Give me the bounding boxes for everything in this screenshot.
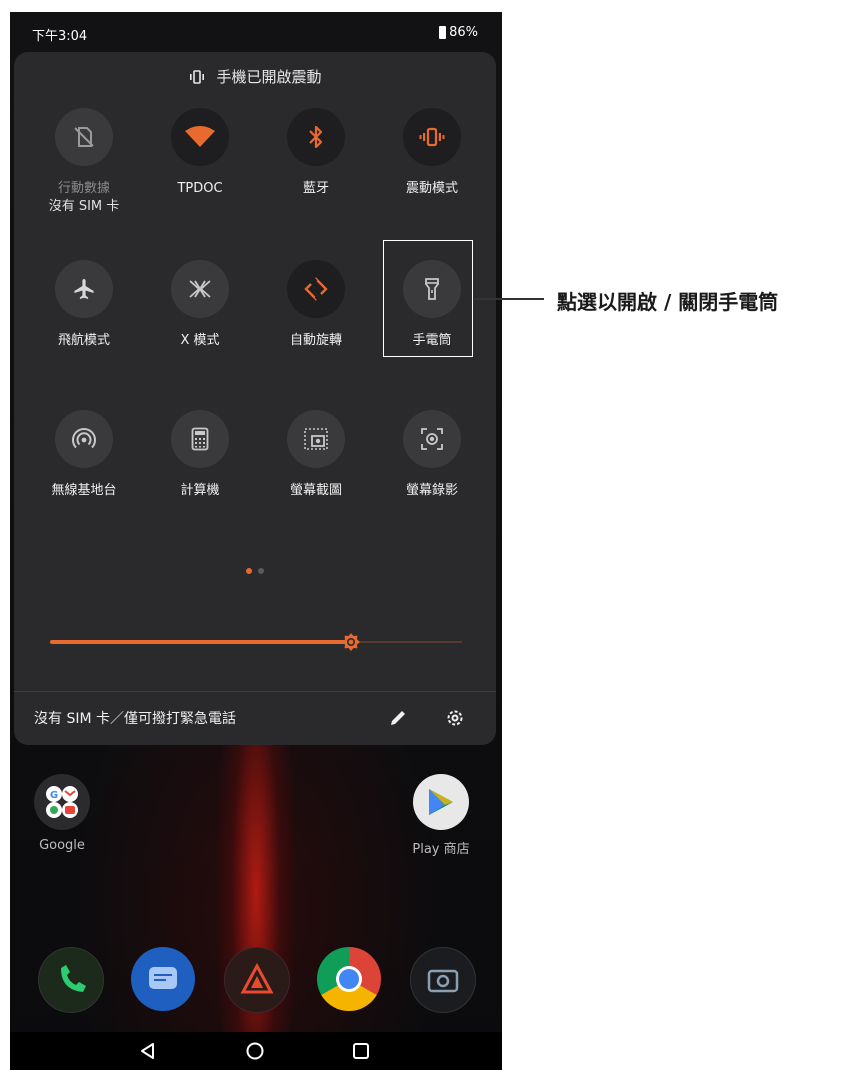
svg-text:G: G bbox=[50, 790, 58, 801]
app-google-folder[interactable]: G Google bbox=[17, 774, 107, 853]
battery-icon bbox=[439, 26, 447, 39]
tile-button[interactable] bbox=[171, 260, 229, 318]
tile-label: 無線基地台 bbox=[51, 483, 117, 498]
tile-auto-rotate[interactable]: 自動旋轉 bbox=[261, 260, 371, 350]
tile-button[interactable] bbox=[287, 108, 345, 166]
tile-label: 計算機 bbox=[180, 483, 220, 498]
vibration-banner-label: 手機已開啟震動 bbox=[216, 68, 322, 86]
tile-hotspot[interactable]: 無線基地台 bbox=[29, 410, 139, 500]
page-indicator bbox=[246, 568, 264, 574]
tile-calculator[interactable]: 計算機 bbox=[145, 410, 255, 500]
slider-fill bbox=[50, 640, 351, 644]
flashlight-highlight-box bbox=[383, 240, 473, 357]
dock-armoury[interactable] bbox=[224, 947, 290, 1013]
tile-bluetooth[interactable]: 藍牙 bbox=[261, 108, 371, 198]
tile-sublabel: 沒有 SIM 卡 bbox=[48, 199, 120, 214]
tile-label: 行動數據 bbox=[57, 181, 110, 196]
brightness-icon[interactable] bbox=[341, 632, 361, 652]
tile-x-mode[interactable]: X 模式 bbox=[145, 260, 255, 350]
home-icon[interactable] bbox=[244, 1040, 266, 1062]
navigation-bar bbox=[10, 1032, 502, 1070]
x-mode-icon bbox=[189, 280, 211, 298]
tile-button[interactable] bbox=[55, 410, 113, 468]
tile-button[interactable] bbox=[403, 108, 461, 166]
screen-record-icon bbox=[421, 428, 443, 450]
tile-button[interactable] bbox=[171, 108, 229, 166]
tile-label: 螢幕錄影 bbox=[405, 483, 458, 498]
tile-button[interactable] bbox=[55, 108, 113, 166]
callout-line bbox=[474, 298, 544, 300]
tile-mobile-data[interactable]: 行動數據 沒有 SIM 卡 bbox=[29, 108, 139, 216]
tile-label: 螢幕截圖 bbox=[289, 483, 342, 498]
app-label: Play 商店 bbox=[412, 842, 470, 857]
armoury-icon bbox=[240, 962, 274, 994]
dock-messages[interactable] bbox=[131, 947, 195, 1011]
tile-label: 飛航模式 bbox=[57, 333, 110, 348]
panel-divider bbox=[14, 691, 496, 692]
tile-screenshot[interactable]: 螢幕截圖 bbox=[261, 410, 371, 500]
phone-icon bbox=[61, 965, 86, 992]
page-dot bbox=[258, 568, 264, 574]
chrome-icon bbox=[336, 966, 362, 992]
tile-button[interactable] bbox=[403, 410, 461, 468]
status-bar: 下午3:04 86% bbox=[10, 12, 502, 52]
airplane-icon bbox=[74, 279, 94, 299]
tile-button[interactable] bbox=[287, 410, 345, 468]
dock-camera[interactable] bbox=[410, 947, 476, 1013]
tile-button[interactable] bbox=[171, 410, 229, 468]
recents-icon[interactable] bbox=[350, 1040, 372, 1062]
dock-phone[interactable] bbox=[38, 947, 104, 1013]
tile-button[interactable] bbox=[287, 260, 345, 318]
tile-label: X 模式 bbox=[180, 333, 220, 348]
pencil-icon[interactable] bbox=[386, 706, 410, 730]
status-time: 下午3:04 bbox=[32, 29, 88, 44]
google-folder-icon: G bbox=[34, 774, 90, 830]
tile-label: 自動旋轉 bbox=[289, 333, 342, 348]
play-store-icon bbox=[413, 774, 469, 830]
vibrate-icon bbox=[190, 69, 205, 84]
back-icon[interactable] bbox=[137, 1040, 159, 1062]
gear-icon[interactable] bbox=[443, 706, 467, 730]
hotspot-icon bbox=[72, 428, 96, 449]
dock-chrome[interactable] bbox=[317, 947, 381, 1011]
no-sim-icon bbox=[74, 127, 94, 147]
messages-icon bbox=[149, 967, 177, 989]
quick-settings-panel: 手機已開啟震動 行動數據 沒有 SIM 卡 TPDOC 藍牙 震動模式 飛航模式… bbox=[14, 52, 496, 745]
page-dot-active bbox=[246, 568, 252, 574]
battery-indicator: 86% bbox=[439, 25, 478, 40]
calculator-icon bbox=[191, 427, 209, 451]
phone-screen: 下午3:04 86% G Google Play 商店 手機已開啟震動 行動數據… bbox=[10, 12, 502, 1070]
tile-button[interactable] bbox=[55, 260, 113, 318]
tile-wifi[interactable]: TPDOC bbox=[145, 108, 255, 198]
vibrate-icon bbox=[419, 127, 445, 147]
app-label: Google bbox=[39, 838, 85, 853]
tile-label: 震動模式 bbox=[405, 181, 458, 196]
wifi-icon bbox=[185, 126, 215, 147]
tile-label: TPDOC bbox=[177, 181, 223, 196]
tile-label: 藍牙 bbox=[302, 181, 329, 196]
screenshot-icon bbox=[304, 428, 328, 450]
tile-vibrate[interactable]: 震動模式 bbox=[377, 108, 487, 198]
app-play-store[interactable]: Play 商店 bbox=[396, 774, 486, 857]
tile-screen-record[interactable]: 螢幕錄影 bbox=[377, 410, 487, 500]
auto-rotate-icon bbox=[304, 277, 328, 301]
camera-icon bbox=[427, 969, 459, 993]
tile-airplane[interactable]: 飛航模式 bbox=[29, 260, 139, 350]
bluetooth-icon bbox=[309, 125, 323, 149]
callout-text: 點選以開啟 / 關閉手電筒 bbox=[557, 290, 779, 314]
vibration-banner[interactable]: 手機已開啟震動 bbox=[14, 66, 496, 87]
brightness-slider[interactable] bbox=[50, 632, 462, 652]
sim-status-text: 沒有 SIM 卡／僅可撥打緊急電話 bbox=[34, 711, 236, 727]
battery-percent: 86% bbox=[449, 25, 478, 40]
